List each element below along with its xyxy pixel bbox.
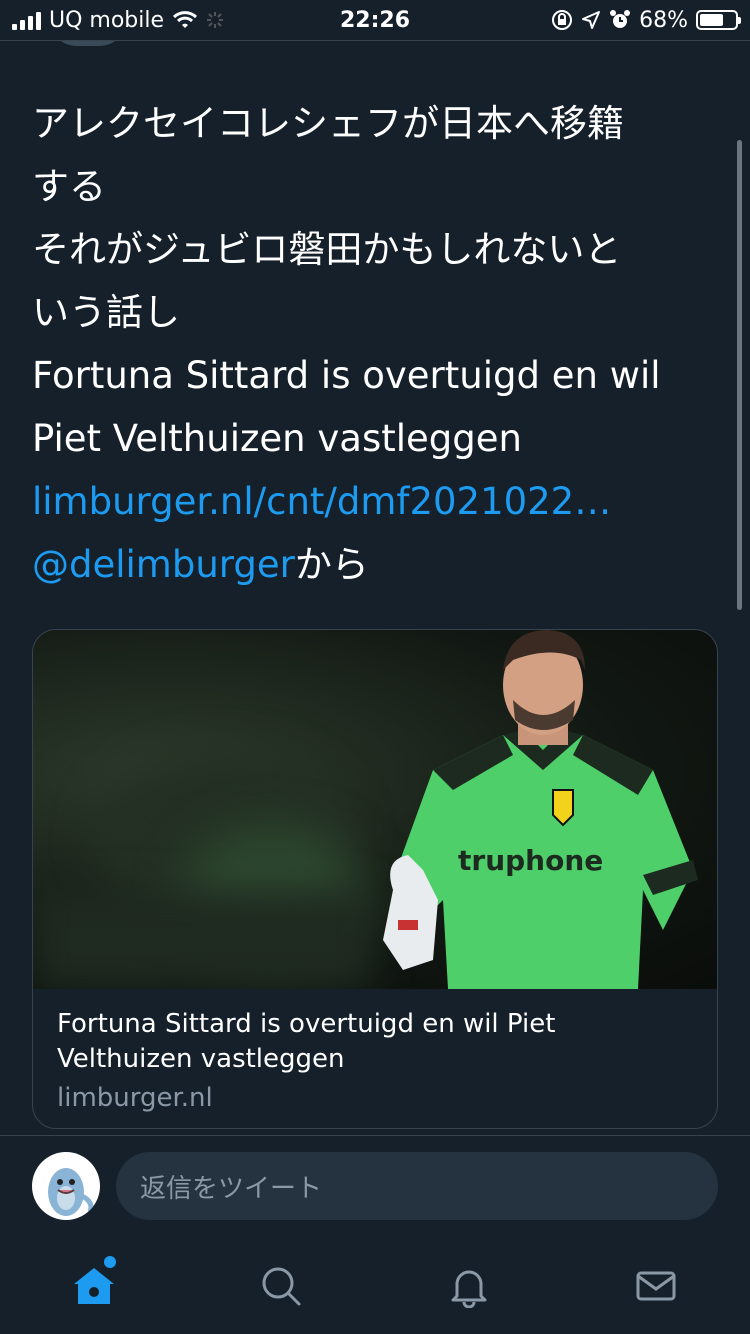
user-avatar-image [48,1168,94,1216]
tweet-line: いう話し [32,291,180,334]
status-right: 68% [551,7,741,33]
reply-divider [0,1135,750,1136]
signal-strength-icon [12,10,41,30]
loading-spinner-icon [207,12,224,28]
search-icon [262,1267,301,1306]
battery-level [700,14,724,26]
user-avatar[interactable] [32,1152,100,1220]
tweet-line: アレクセイコレシェフが日本へ移籍 [32,102,624,145]
header-divider [0,40,750,41]
status-bar: UQ mobile 22:26 68% [0,0,750,40]
wifi-icon [173,11,198,28]
svg-text:truphone: truphone [458,844,603,877]
tab-notifications[interactable] [429,1246,509,1326]
clock: 22:26 [339,7,411,33]
home-notification-dot [103,1256,116,1268]
battery-percent: 68% [639,7,688,33]
mention-link[interactable]: @delimburger [32,543,295,586]
card-domain: limburger.nl [57,1083,213,1113]
tweet-detail-screen: UQ mobile 22:26 68% アレクセイコレシェフが日本へ移籍 する … [0,0,750,1334]
tweet-line: する [32,165,106,208]
tab-home[interactable] [54,1246,134,1326]
bell-icon [451,1270,487,1308]
carrier-name: UQ mobile [49,7,165,33]
tweet-source-line: @delimburgerから [32,533,712,596]
tweet-line: それがジュビロ磐田かもしれないと [32,228,622,271]
rotation-lock-icon [552,10,573,30]
battery-icon [696,10,741,30]
location-icon [582,11,601,29]
card-meta: Fortuna Sittard is overtuigd en wil Piet… [33,989,717,1128]
tweet-link[interactable]: limburger.nl/cnt/dmf2021022… [32,470,712,533]
scrollbar[interactable] [737,140,742,610]
tab-search[interactable] [241,1246,321,1326]
card-title: Fortuna Sittard is overtuigd en wil Piet… [57,1009,556,1074]
goalkeeper-photo: truphone [383,630,698,989]
tab-bar [0,1246,750,1326]
status-left: UQ mobile [12,8,224,33]
reply-input[interactable]: 返信をツイート [116,1152,718,1220]
home-icon [73,1268,114,1304]
tab-messages[interactable] [616,1246,696,1326]
link-preview-card[interactable]: truphone Fortuna Sittard is overtuigd en… [32,629,718,1129]
mail-icon [636,1271,676,1301]
tweet-text: アレクセイコレシェフが日本へ移籍 する それがジュビロ磐田かもしれないと いう話… [32,92,712,596]
tweet-line: Fortuna Sittard is overtuigd en wil [32,354,661,397]
alarm-icon [610,10,631,28]
mention-suffix: から [294,543,369,586]
card-image: truphone [33,630,717,989]
tweet-line: Piet Velthuizen vastleggen [32,417,522,460]
